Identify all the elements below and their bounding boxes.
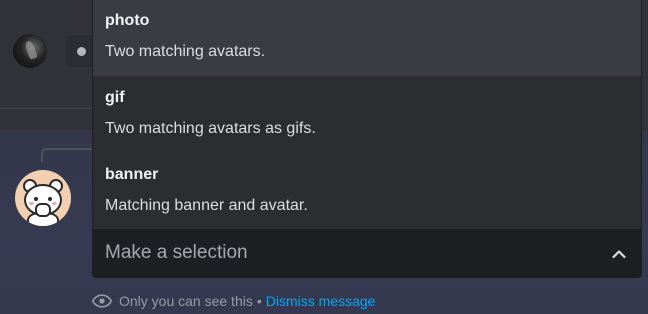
ephemeral-text: Only you can see this	[119, 293, 253, 309]
select-option-banner[interactable]: banner Matching banner and avatar.	[93, 154, 641, 230]
message-divider	[0, 108, 92, 109]
previous-message-avatar[interactable]	[13, 34, 47, 68]
ephemeral-notice: Only you can see this • Dismiss message	[92, 291, 375, 311]
chevron-up-icon[interactable]	[611, 246, 627, 262]
eye-icon	[92, 294, 112, 308]
option-label: photo	[105, 12, 150, 29]
select-option-gif[interactable]: gif Two matching avatars as gifs.	[93, 77, 641, 153]
bear-eye-icon	[34, 197, 38, 201]
select-option-photo[interactable]: photo Two matching avatars.	[93, 0, 641, 76]
bear-cheek-icon	[29, 202, 34, 205]
bear-cheek-icon	[52, 202, 57, 205]
bot-avatar[interactable]	[15, 170, 71, 226]
option-label: gif	[105, 89, 125, 106]
select-menu-options: photo Two matching avatars. gif Two matc…	[93, 0, 641, 229]
status-dot-icon	[77, 47, 86, 56]
option-label: banner	[105, 166, 159, 183]
bear-paws-icon	[35, 203, 51, 217]
option-description: Two matching avatars.	[105, 43, 266, 60]
option-description: Two matching avatars as gifs.	[105, 120, 316, 137]
bear-eye-icon	[48, 197, 52, 201]
select-menu-control[interactable]: Make a selection	[93, 229, 641, 277]
option-description: Matching banner and avatar.	[105, 197, 308, 214]
dismiss-message-link[interactable]: Dismiss message	[266, 293, 376, 309]
ephemeral-separator: •	[256, 293, 262, 309]
select-placeholder: Make a selection	[105, 242, 248, 263]
reply-spine	[41, 148, 97, 162]
select-menu[interactable]: photo Two matching avatars. gif Two matc…	[92, 0, 642, 278]
